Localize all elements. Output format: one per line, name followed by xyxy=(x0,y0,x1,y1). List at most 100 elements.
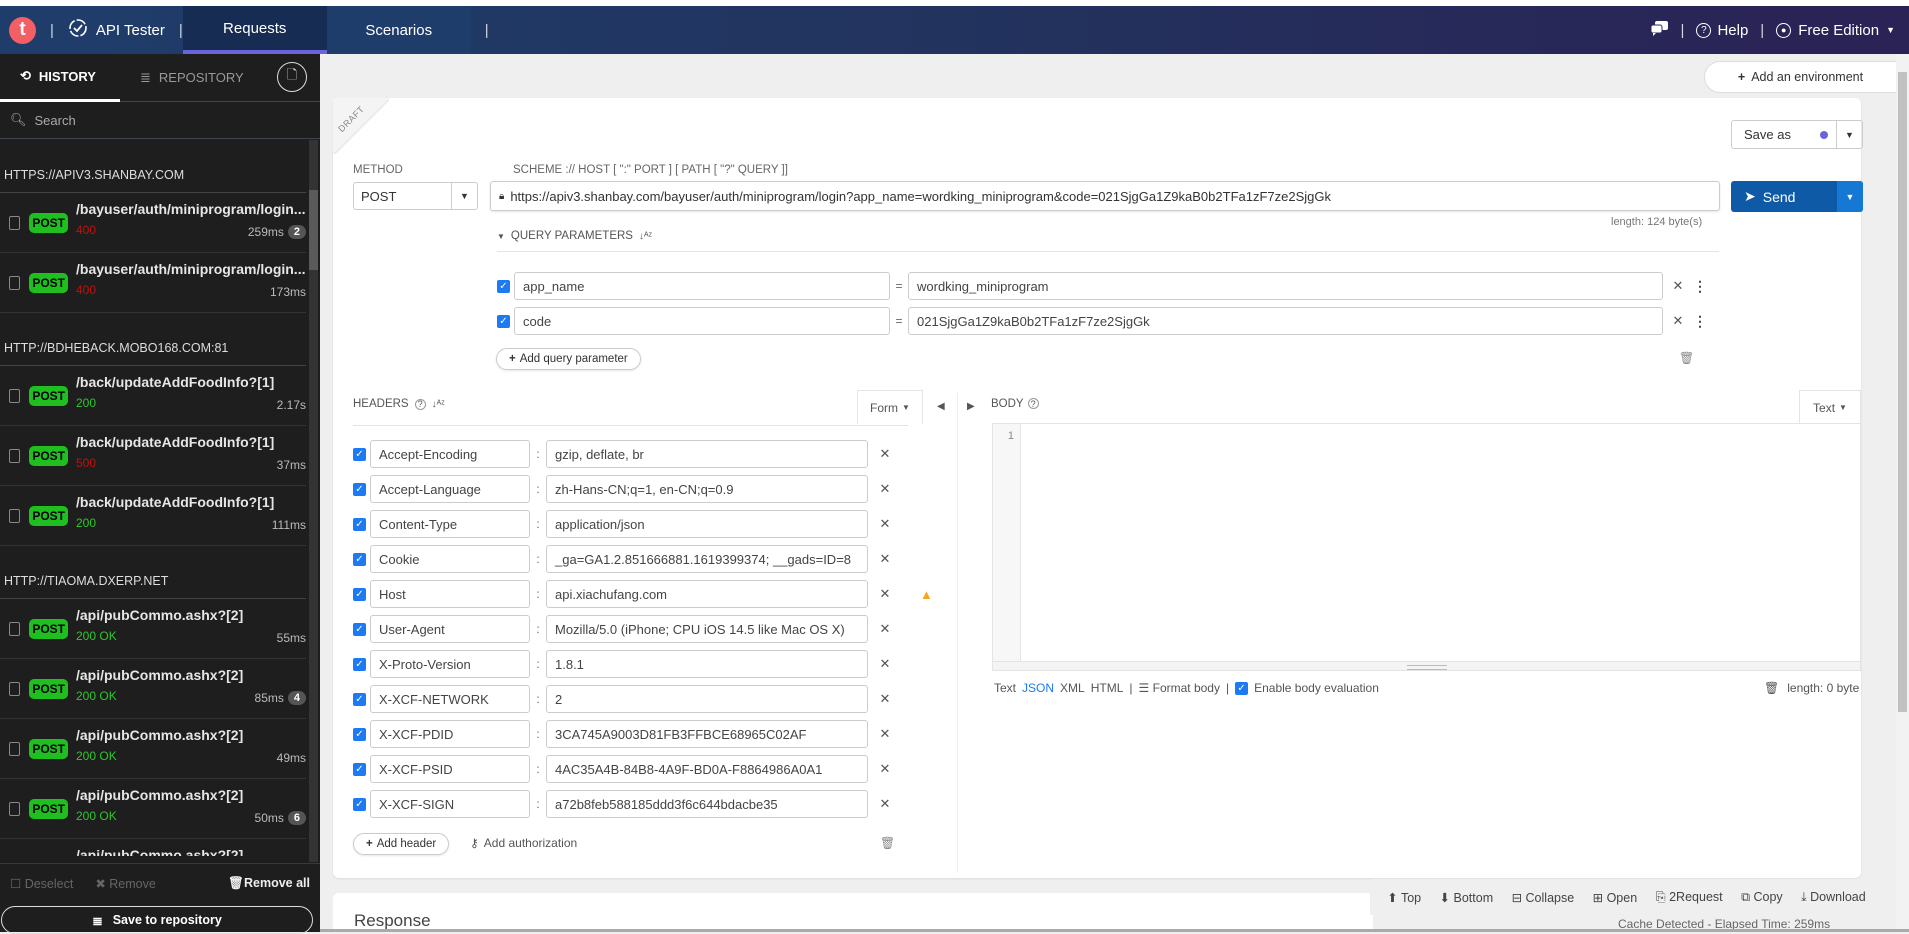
format-xml[interactable]: XML xyxy=(1060,681,1085,695)
warning-icon[interactable]: ▲ xyxy=(920,587,933,602)
header-value-input[interactable]: api.xiachufang.com xyxy=(546,580,868,608)
close-icon[interactable]: ✕ xyxy=(868,586,902,602)
history-item[interactable]: POST /api/pubCommo.ashx?[2] 200 OK 85ms 4 xyxy=(0,659,306,719)
send-button[interactable]: ➤ Send ▼ xyxy=(1731,181,1863,212)
history-item-checkbox[interactable] xyxy=(9,681,21,696)
header-value-input[interactable]: application/json xyxy=(546,510,868,538)
history-item[interactable]: POST /api/pubCommo.ashx?[2] 200 OK 55ms xyxy=(0,599,306,659)
scrollbar-thumb[interactable] xyxy=(1898,72,1907,712)
save-as-dropdown[interactable]: ▼ xyxy=(1836,121,1862,148)
header-checkbox[interactable]: ✓ xyxy=(353,517,366,531)
header-name-input[interactable]: User-Agent xyxy=(370,615,530,643)
help-icon[interactable]: ? xyxy=(1027,398,1039,409)
save-as-button[interactable]: Save as ▼ xyxy=(1731,120,1863,149)
history-item-checkbox[interactable] xyxy=(9,448,21,463)
header-checkbox[interactable]: ✓ xyxy=(353,587,366,601)
remove-all-button[interactable]: 🗑Remove all xyxy=(228,876,310,891)
trash-icon[interactable]: 🗑 xyxy=(1679,351,1694,365)
query-parameters-toggle[interactable]: ▼ QUERY PARAMETERS ↓ᴬᶻ xyxy=(497,230,652,242)
edition-menu[interactable]: ● Free Edition ▼ xyxy=(1776,22,1895,39)
main-scrollbar[interactable] xyxy=(1896,54,1909,932)
enable-eval-checkbox[interactable]: ✓ xyxy=(1235,681,1249,695)
remove-button[interactable]: ✖ Remove xyxy=(95,876,156,891)
history-item-checkbox[interactable] xyxy=(9,215,21,230)
header-value-input[interactable]: gzip, deflate, br xyxy=(546,440,868,468)
tab-repository[interactable]: ≣ REPOSITORY xyxy=(120,54,244,102)
history-search[interactable]: 🔍︎ Search xyxy=(0,102,320,139)
trash-icon[interactable]: 🗑 xyxy=(880,836,895,850)
query-param-checkbox[interactable]: ✓ xyxy=(497,314,510,328)
header-value-input[interactable]: 4AC35A4B-84B8-4A9F-BD0A-F8864986A0A1 xyxy=(546,755,868,783)
history-item-checkbox[interactable] xyxy=(9,388,21,403)
close-icon[interactable]: ✕ xyxy=(868,761,902,777)
more-vertical-icon[interactable]: ⋮ xyxy=(1693,278,1707,295)
expand-right-icon[interactable]: ▶ xyxy=(967,401,975,412)
header-name-input[interactable]: Content-Type xyxy=(370,510,530,538)
close-icon[interactable]: ✕ xyxy=(868,516,902,532)
history-item-checkbox[interactable] xyxy=(9,508,21,523)
url-input[interactable]: 🔒︎ https://apiv3.shanbay.com/bayuser/aut… xyxy=(490,181,1720,211)
header-checkbox[interactable]: ✓ xyxy=(353,657,366,671)
header-value-input[interactable]: Mozilla/5.0 (iPhone; CPU iOS 14.5 like M… xyxy=(546,615,868,643)
format-body-button[interactable]: ☰ Format body xyxy=(1139,681,1220,695)
header-value-input[interactable]: 1.8.1 xyxy=(546,650,868,678)
history-item-checkbox[interactable] xyxy=(9,801,21,816)
query-param-value-input[interactable]: 021SjgGa1Z9kaB0b2TFa1zF7ze2SjgGk xyxy=(908,307,1663,335)
help-button[interactable]: ? Help xyxy=(1696,22,1748,39)
trash-icon[interactable]: 🗑 xyxy=(1764,681,1779,695)
header-checkbox[interactable]: ✓ xyxy=(353,447,366,461)
header-name-input[interactable]: Cookie xyxy=(370,545,530,573)
new-document-button[interactable]: 🗋 xyxy=(277,62,307,92)
body-mode-dropdown[interactable]: Text ▼ xyxy=(1799,390,1861,424)
format-json[interactable]: JSON xyxy=(1022,681,1054,695)
close-icon[interactable]: ✕ xyxy=(868,621,902,637)
header-name-input[interactable]: Host xyxy=(370,580,530,608)
response-tool-bottom[interactable]: ⬇ Bottom xyxy=(1440,890,1494,905)
header-value-input[interactable]: 2 xyxy=(546,685,868,713)
response-tool-2request[interactable]: ⎘ 2Request xyxy=(1656,890,1723,905)
history-item[interactable]: POST /api/pubCommo.ashx?[2] 200 OK 50ms 6 xyxy=(0,779,306,839)
response-tool-top[interactable]: ⬆ Top xyxy=(1387,890,1421,905)
header-name-input[interactable]: X-XCF-SIGN xyxy=(370,790,530,818)
close-icon[interactable]: ✕ xyxy=(868,446,902,462)
history-item[interactable]: POST /back/updateAddFoodInfo?[1] 200 111… xyxy=(0,486,306,546)
header-name-input[interactable]: X-XCF-NETWORK xyxy=(370,685,530,713)
response-tool-open[interactable]: ⊞ Open xyxy=(1593,890,1638,905)
more-vertical-icon[interactable]: ⋮ xyxy=(1693,313,1707,330)
history-item[interactable]: POST /api/pubCommo.ashx?[2] 200 OK 66ms xyxy=(0,839,306,857)
query-param-value-input[interactable]: wordking_miniprogram xyxy=(908,272,1663,300)
save-to-repository-button[interactable]: ≣ Save to repository xyxy=(1,906,313,934)
sort-az-icon[interactable]: ↓ᴬᶻ xyxy=(639,231,652,242)
tab-history[interactable]: ⟲ HISTORY xyxy=(0,54,120,102)
history-item[interactable]: POST /back/updateAddFoodInfo?[1] 500 37m… xyxy=(0,426,306,486)
add-authorization-button[interactable]: ⚷ Add authorization xyxy=(470,836,577,850)
header-name-input[interactable]: X-Proto-Version xyxy=(370,650,530,678)
response-tool-collapse[interactable]: ⊟ Collapse xyxy=(1512,890,1575,905)
add-header-button[interactable]: + Add header xyxy=(353,833,450,855)
header-value-input[interactable]: 3CA745A9003D81FB3FFBCE68965C02AF xyxy=(546,720,868,748)
query-param-name-input[interactable]: code xyxy=(514,307,890,335)
close-icon[interactable]: ✕ xyxy=(868,656,902,672)
tab-scenarios[interactable]: Scenarios xyxy=(326,6,471,54)
query-param-checkbox[interactable]: ✓ xyxy=(497,279,510,293)
history-item-checkbox[interactable] xyxy=(9,275,21,290)
header-checkbox[interactable]: ✓ xyxy=(353,552,366,566)
body-editor[interactable]: 1 xyxy=(992,423,1861,671)
header-checkbox[interactable]: ✓ xyxy=(353,797,366,811)
close-icon[interactable]: ✕ xyxy=(868,691,902,707)
history-item[interactable]: POST /api/pubCommo.ashx?[2] 200 OK 49ms xyxy=(0,719,306,779)
chevron-down-icon[interactable]: ▼ xyxy=(451,183,477,209)
history-item-checkbox[interactable] xyxy=(9,741,21,756)
method-select[interactable]: POST ▼ xyxy=(353,182,478,210)
collapse-left-icon[interactable]: ◀ xyxy=(937,401,945,412)
app-logo[interactable]: t xyxy=(9,16,36,44)
header-value-input[interactable]: _ga=GA1.2.851666881.1619399374; __gads=I… xyxy=(546,545,868,573)
sort-az-icon[interactable]: ↓ᴬᶻ xyxy=(432,399,445,410)
header-value-input[interactable]: a72b8feb588185ddd3f6c644bdacbe35 xyxy=(546,790,868,818)
close-icon[interactable]: ✕ xyxy=(1663,278,1693,294)
tab-requests[interactable]: Requests xyxy=(182,6,327,54)
history-item[interactable]: POST /bayuser/auth/miniprogram/login... … xyxy=(0,193,306,253)
response-tool-download[interactable]: ⤓ Download xyxy=(1801,890,1866,905)
close-icon[interactable]: ✕ xyxy=(868,551,902,567)
header-name-input[interactable]: Accept-Encoding xyxy=(370,440,530,468)
